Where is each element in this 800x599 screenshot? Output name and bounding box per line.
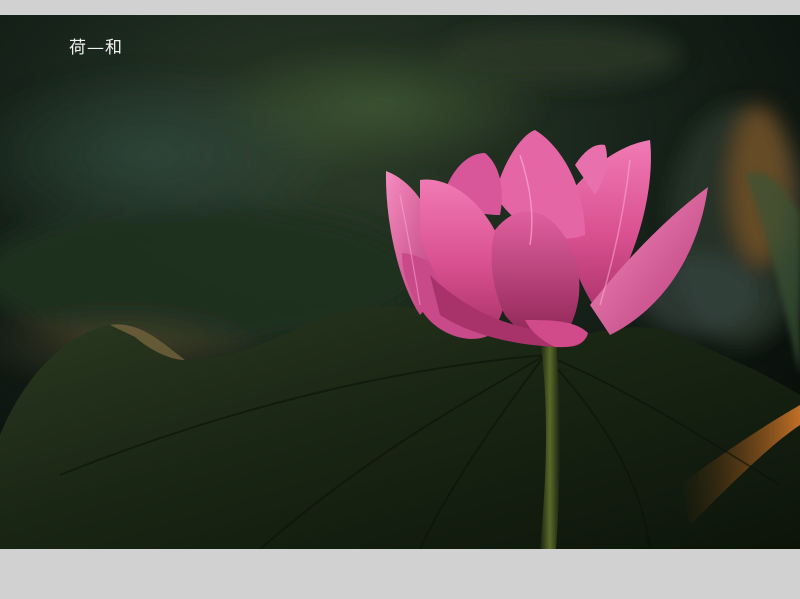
lotus-photo bbox=[0, 15, 800, 549]
lotus-photo-artwork bbox=[0, 15, 800, 549]
photo-caption: 荷—和 bbox=[69, 38, 123, 58]
photo-viewer: 荷—和 bbox=[0, 0, 800, 599]
